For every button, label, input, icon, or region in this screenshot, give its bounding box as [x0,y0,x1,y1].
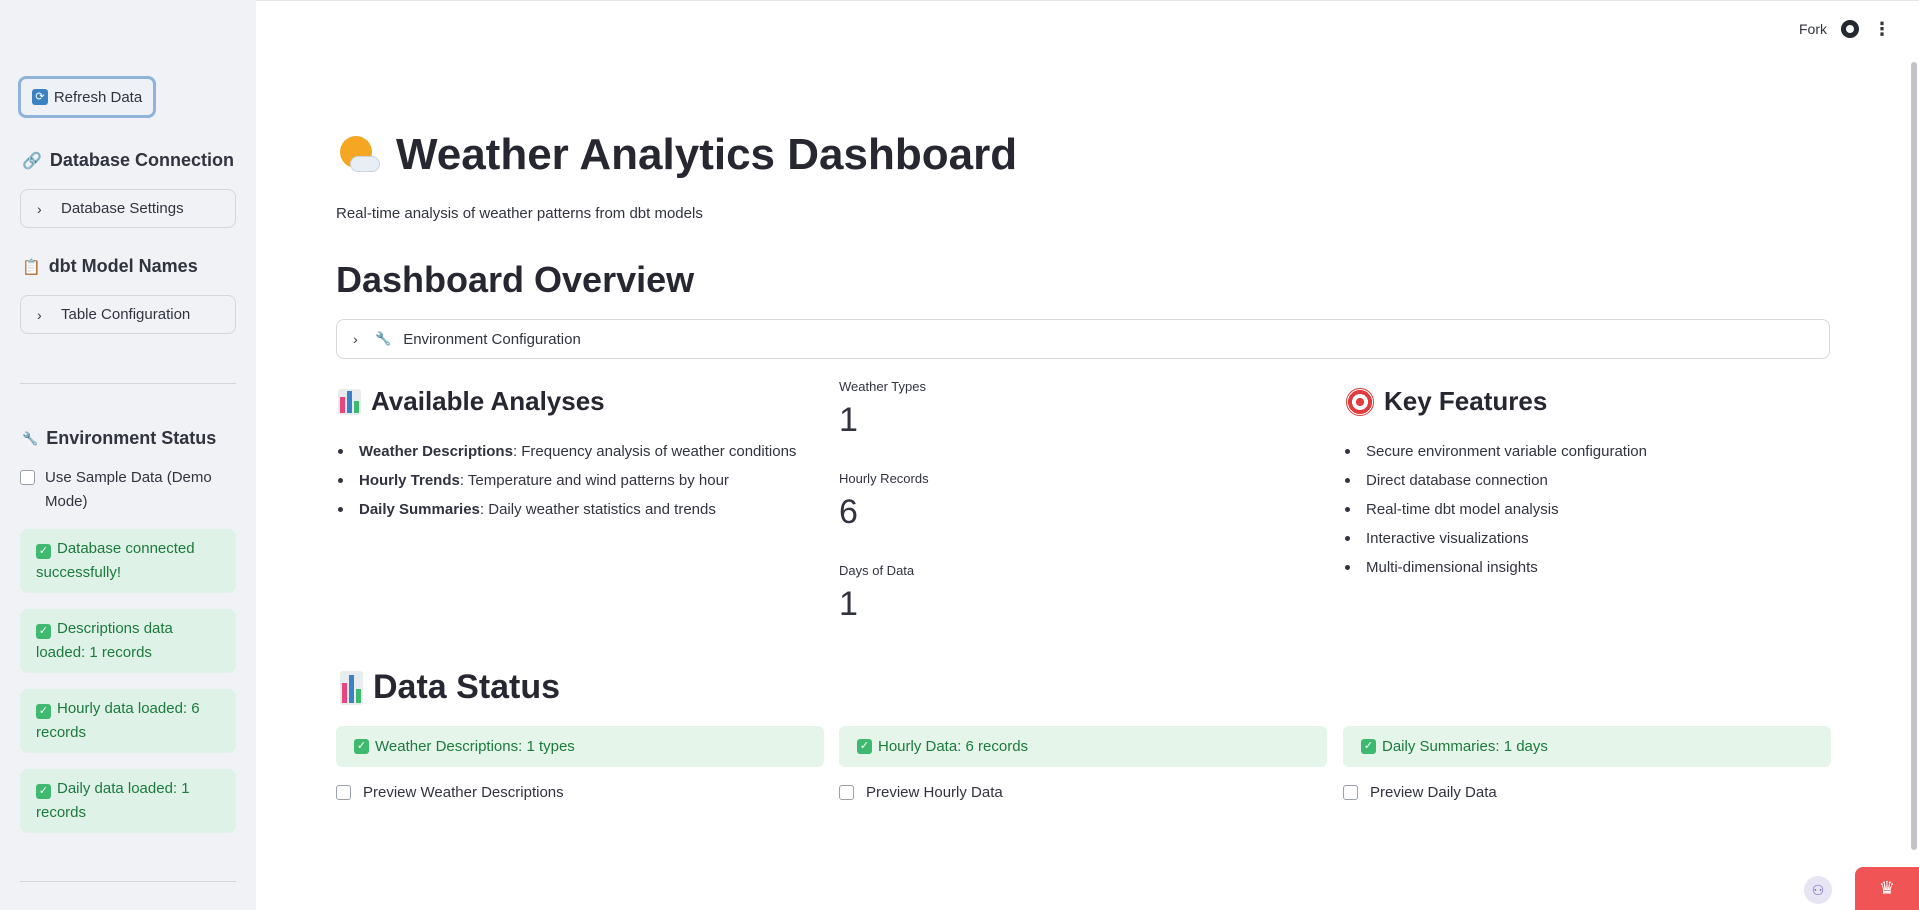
dashboard-overview-heading: Dashboard Overview [336,259,695,300]
list-item: Weather Descriptions: Frequency analysis… [336,437,796,466]
status-hourly-data: ✓ Hourly Data: 6 records [839,726,1327,767]
list-item: Multi-dimensional insights [1343,553,1647,582]
environment-status-heading: 🔧 Environment Status [22,428,217,448]
status-daily-summaries: ✓ Daily Summaries: 1 days [1343,726,1831,767]
preview-weather-descriptions-checkbox[interactable]: Preview Weather Descriptions [336,784,564,801]
refresh-data-button[interactable]: ⟳ Refresh Data [18,76,156,118]
kebab-menu-icon[interactable]: ⋮ [1873,20,1891,38]
daily-loaded-message: ✓ Daily data loaded: 1 records [20,769,236,833]
status-weather-descriptions: ✓ Weather Descriptions: 1 types [336,726,824,767]
metric-label: Hourly Records [839,471,929,486]
page-title: Weather Analytics Dashboard [336,130,1017,180]
list-item: Daily Summaries: Daily weather statistic… [336,495,796,524]
check-icon: ✓ [36,624,51,639]
key-features-heading: Key Features [1346,386,1547,417]
check-icon: ✓ [354,739,369,754]
list-item: Interactive visualizations [1343,524,1647,553]
sample-data-checkbox[interactable]: Use Sample Data (Demo Mode) [20,466,236,514]
metric-label: Weather Types [839,379,926,394]
scrollbar[interactable] [1911,62,1917,850]
wrench-icon: 🔧 [375,331,392,346]
metric-value: 1 [839,585,858,623]
descriptions-loaded-message: ✓ Descriptions data loaded: 1 records [20,609,236,673]
table-configuration-expander[interactable]: › Table Configuration [20,295,236,334]
check-icon: ✓ [1361,739,1376,754]
database-settings-expander[interactable]: › Database Settings [20,189,236,228]
data-status-heading: Data Status [340,668,560,707]
metric-value: 1 [839,401,858,439]
preview-hourly-data-checkbox[interactable]: Preview Hourly Data [839,784,1003,801]
checkbox[interactable] [20,470,35,485]
available-analyses-heading: Available Analyses [338,386,605,417]
sidebar-divider [20,383,236,384]
check-icon: ✓ [857,739,872,754]
check-icon: ✓ [36,784,51,799]
clipboard-icon: 📋 [22,258,41,276]
metric-label: Days of Data [839,563,915,578]
checkbox[interactable] [1343,785,1358,800]
sidebar: ⟳ Refresh Data 🔗 Database Connection › D… [0,0,256,910]
top-border [0,0,1919,1]
target-icon [1346,387,1374,416]
analyses-list: Weather Descriptions: Frequency analysis… [336,437,796,524]
hourly-loaded-message: ✓ Hourly data loaded: 6 records [20,689,236,753]
list-item: Secure environment variable configuratio… [1343,437,1647,466]
chevron-right-icon: › [353,331,358,347]
environment-configuration-expander[interactable]: › 🔧 Environment Configuration [336,319,1830,359]
list-item: Real-time dbt model analysis [1343,495,1647,524]
checkbox[interactable] [839,785,854,800]
dbt-model-names-heading: 📋 dbt Model Names [22,256,198,276]
sun-behind-cloud-icon [336,132,382,178]
sidebar-divider [20,881,236,882]
link-icon: 🔗 [22,152,42,170]
page-subtitle: Real-time analysis of weather patterns f… [336,205,703,222]
github-icon[interactable] [1841,20,1859,38]
fork-link[interactable]: Fork [1799,21,1827,37]
database-connection-heading: 🔗 Database Connection [22,150,234,170]
metric-value: 6 [839,493,858,531]
list-item: Direct database connection [1343,466,1647,495]
checkbox[interactable] [336,785,351,800]
crown-icon[interactable]: ♛ [1855,867,1919,910]
refresh-data-label: Refresh Data [53,88,143,106]
preview-daily-data-checkbox[interactable]: Preview Daily Data [1343,784,1497,801]
features-list: Secure environment variable configuratio… [1343,437,1647,582]
chevron-right-icon: › [37,200,42,217]
bar-chart-icon [340,670,363,705]
db-connected-message: ✓ Database connected successfully! [20,529,236,593]
check-icon: ✓ [36,704,51,719]
list-item: Hourly Trends: Temperature and wind patt… [336,466,796,495]
wrench-icon: 🔧 [22,430,39,446]
top-toolbar: Fork ⋮ [1799,20,1891,38]
bar-chart-icon [338,388,361,415]
chevron-right-icon: › [37,306,42,323]
check-icon: ✓ [36,544,51,559]
streamlit-logo-icon[interactable]: ⚇ [1804,876,1832,904]
refresh-icon: ⟳ [31,89,48,105]
